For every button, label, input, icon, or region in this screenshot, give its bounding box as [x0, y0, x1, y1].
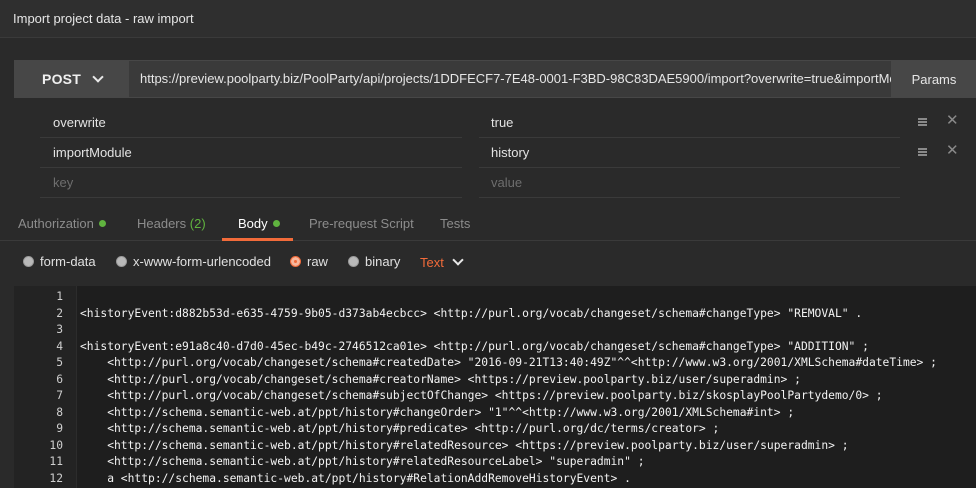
param-value-field[interactable]: true: [479, 108, 900, 138]
radio-urlencoded[interactable]: x-www-form-urlencoded: [116, 254, 271, 269]
param-value-field[interactable]: history: [479, 138, 900, 168]
radio-binary[interactable]: binary: [348, 254, 400, 269]
param-key-field[interactable]: overwrite: [40, 108, 462, 138]
radio-label: raw: [307, 254, 328, 269]
radio-label: form-data: [40, 254, 96, 269]
radio-form-data[interactable]: form-data: [23, 254, 96, 269]
drag-handle-icon[interactable]: [918, 118, 927, 126]
code-text: <http://purl.org/vocab/changeset/schema#…: [80, 389, 883, 402]
code-text: a <http://schema.semantic-web.at/ppt/his…: [80, 471, 631, 485]
request-bar: POST https://preview.poolparty.biz/PoolP…: [14, 60, 976, 98]
code-text: <historyEvent:e91a8c40-d7d0-45ec-b49c-27…: [80, 339, 869, 353]
param-row-new: key value: [40, 168, 976, 198]
code-line: 8 <http://schema.semantic-web.at/ppt/his…: [14, 405, 976, 421]
code-line: 6 <http://purl.org/vocab/changeset/schem…: [14, 372, 976, 388]
body-editor[interactable]: 1 2 <historyEvent:d882b53d-e635-4759-9b05-…: [14, 286, 976, 488]
code-line: 7 <http://purl.org/vocab/changeset/schem…: [14, 388, 976, 404]
headers-count: (2): [189, 216, 206, 231]
code-line: 5 <http://purl.org/vocab/changeset/schem…: [14, 355, 976, 371]
tab-body[interactable]: Body: [238, 216, 280, 231]
line-number: 1: [56, 290, 63, 303]
radio-raw[interactable]: raw: [290, 254, 328, 269]
code-line: 9 <http://schema.semantic-web.at/ppt/his…: [14, 421, 976, 437]
line-number: 12: [49, 471, 63, 485]
body-type-selector: form-data x-www-form-urlencoded raw bina…: [0, 250, 976, 274]
line-number: 10: [49, 438, 63, 452]
tab-pre-request-script[interactable]: Pre-request Script: [309, 216, 414, 231]
param-value-input[interactable]: value: [479, 168, 900, 198]
param-key-field[interactable]: importModule: [40, 138, 462, 168]
title-bar: Import project data - raw import: [0, 0, 976, 38]
content-type-dropdown[interactable]: Text: [420, 254, 464, 270]
method-label: POST: [42, 71, 81, 87]
code-text: <http://schema.semantic-web.at/ppt/histo…: [80, 455, 645, 468]
chevron-down-icon: [452, 254, 464, 266]
tab-authorization[interactable]: Authorization: [18, 216, 106, 231]
drag-handle-icon[interactable]: [918, 148, 927, 156]
param-value: history: [491, 145, 530, 160]
tab-tests[interactable]: Tests: [440, 216, 470, 231]
line-number: 9: [56, 422, 63, 435]
radio-icon: [23, 256, 34, 267]
code-line: 10 <http://schema.semantic-web.at/ppt/hi…: [14, 438, 976, 454]
url-input[interactable]: https://preview.poolparty.biz/PoolParty/…: [140, 71, 898, 86]
line-number: 8: [56, 405, 63, 419]
params-button[interactable]: Params: [891, 61, 976, 97]
param-key: importModule: [53, 145, 132, 160]
line-number: 2: [56, 306, 63, 320]
param-row: importModule history ✕: [40, 138, 976, 168]
chevron-down-icon: [92, 71, 104, 83]
tab-body-label: Body: [238, 216, 268, 231]
code-text: <http://schema.semantic-web.at/ppt/histo…: [80, 405, 795, 419]
code-text: <http://schema.semantic-web.at/ppt/histo…: [80, 438, 849, 452]
radio-selected-icon: [290, 256, 301, 267]
code-text: <historyEvent:d882b53d-e635-4759-9b05-d3…: [80, 306, 863, 320]
code-text: <http://purl.org/vocab/changeset/schema#…: [80, 356, 937, 369]
code-line: 12 a <http://schema.semantic-web.at/ppt/…: [14, 471, 976, 487]
request-tabs: Authorization Headers (2) Body Pre-reque…: [0, 206, 976, 241]
active-tab-indicator: [222, 238, 293, 241]
line-number: 7: [56, 389, 63, 402]
line-number: 3: [56, 323, 63, 336]
code-line: 11 <http://schema.semantic-web.at/ppt/hi…: [14, 454, 976, 470]
param-key: overwrite: [53, 115, 106, 130]
key-placeholder: key: [53, 175, 74, 190]
window-title: Import project data - raw import: [13, 11, 194, 26]
radio-label: binary: [365, 254, 401, 269]
line-number: 4: [56, 339, 63, 353]
method-dropdown[interactable]: POST: [15, 61, 129, 97]
tab-authorization-label: Authorization: [18, 216, 94, 231]
code-text: <http://schema.semantic-web.at/ppt/histo…: [80, 422, 720, 435]
value-placeholder: value: [491, 175, 523, 190]
radio-label: x-www-form-urlencoded: [133, 254, 271, 269]
content-type-label: Text: [420, 255, 444, 270]
line-number: 11: [49, 455, 63, 468]
close-icon[interactable]: ✕: [946, 113, 959, 129]
status-dot-icon: [272, 220, 280, 227]
code-text: <http://purl.org/vocab/changeset/schema#…: [80, 372, 801, 386]
code-line: 4 <historyEvent:e91a8c40-d7d0-45ec-b49c-2…: [14, 339, 976, 355]
tab-headers[interactable]: Headers (2): [137, 216, 206, 231]
tab-headers-label: Headers: [137, 216, 187, 231]
code-line: 1: [14, 289, 976, 305]
param-key-input[interactable]: key: [40, 168, 462, 198]
close-icon[interactable]: ✕: [946, 143, 959, 159]
radio-icon: [116, 256, 127, 267]
line-number: 5: [56, 356, 63, 369]
code-line: 2 <historyEvent:d882b53d-e635-4759-9b05-d…: [14, 306, 976, 322]
code-line: 3: [14, 322, 976, 338]
status-dot-icon: [98, 220, 106, 227]
param-row: overwrite true ✕: [40, 108, 976, 138]
param-value: true: [491, 115, 514, 130]
radio-icon: [348, 256, 359, 267]
line-number: 6: [56, 372, 63, 386]
